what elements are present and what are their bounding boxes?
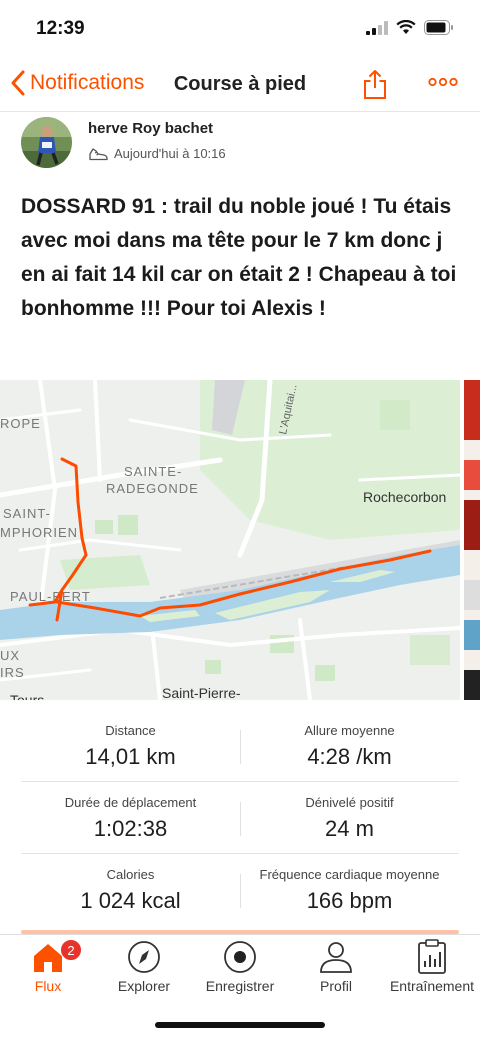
next-media-peek[interactable]: [464, 380, 480, 700]
stat-pace: Allure moyenne 4:28 /km: [240, 710, 459, 782]
stats-grid: Distance 14,01 km Allure moyenne 4:28 /k…: [21, 710, 459, 926]
activity-timestamp: Aujourd'hui à 10:16: [114, 146, 226, 161]
share-icon[interactable]: [361, 68, 389, 100]
map-canvas: ROPE SAINTE- RADEGONDE SAINT- MPHORIEN P…: [0, 380, 460, 700]
stats-row: Calories 1 024 kcal Fréquence cardiaque …: [21, 854, 459, 926]
tab-explore[interactable]: Explorer: [96, 935, 192, 1005]
activity-meta: Aujourd'hui à 10:16: [88, 146, 226, 161]
stat-value: 166 bpm: [306, 888, 393, 913]
running-shoe-icon: [89, 147, 108, 160]
training-icon: [418, 939, 446, 974]
map-label-irs: IRS: [0, 665, 25, 680]
tab-label: Profil: [320, 978, 352, 994]
map-label-saint-pierre: Saint-Pierre-: [162, 685, 241, 700]
map-label-tours: Tours: [10, 692, 44, 700]
tab-label: Explorer: [117, 978, 171, 994]
map-label-ux: UX: [0, 648, 20, 663]
stat-moving-time: Durée de déplacement 1:02:38: [21, 782, 240, 854]
stat-value: 1 024 kcal: [80, 888, 181, 913]
status-icons: [366, 20, 454, 35]
stats-row: Distance 14,01 km Allure moyenne 4:28 /k…: [21, 710, 459, 782]
activity-title[interactable]: DOSSARD 91 : trail du noble joué ! Tu ét…: [21, 190, 463, 326]
tab-record[interactable]: Enregistrer: [192, 935, 288, 1005]
stat-calories: Calories 1 024 kcal: [21, 854, 240, 926]
stat-label: Calories: [106, 867, 155, 882]
battery-icon: [424, 20, 453, 35]
map-label-sainte: SAINTE-: [124, 464, 182, 479]
stat-value: 14,01 km: [85, 744, 176, 769]
notification-badge: 2: [60, 939, 82, 961]
record-icon: [224, 941, 256, 973]
athlete-avatar[interactable]: [21, 117, 72, 168]
home-indicator[interactable]: [155, 1022, 325, 1028]
stat-distance: Distance 14,01 km: [21, 710, 240, 782]
stat-avg-heart-rate: Fréquence cardiaque moyenne 166 bpm: [240, 854, 459, 926]
route-map[interactable]: ROPE SAINTE- RADEGONDE SAINT- MPHORIEN P…: [0, 380, 460, 700]
map-label-rope: ROPE: [0, 416, 41, 431]
athlete-name[interactable]: herve Roy bachet: [88, 120, 213, 137]
stats-row: Durée de déplacement 1:02:38 Dénivelé po…: [21, 782, 459, 854]
tab-profile[interactable]: Profil: [288, 935, 384, 1005]
back-button[interactable]: Notifications: [10, 70, 144, 96]
chevron-left-icon: [11, 70, 25, 96]
navigation-bar: Notifications Course à pied: [0, 60, 480, 112]
tab-label: Enregistrer: [205, 978, 275, 994]
map-label-radegonde: RADEGONDE: [106, 481, 199, 496]
stat-value: 1:02:38: [93, 816, 168, 841]
avatar-image: [21, 117, 72, 168]
map-label-mphorien: MPHORIEN: [0, 525, 78, 540]
stat-label: Dénivelé positif: [305, 795, 394, 810]
more-options-icon[interactable]: [428, 76, 458, 88]
status-time: 12:39: [36, 18, 85, 39]
stat-value: 24 m: [325, 816, 374, 841]
tab-training[interactable]: Entraînement: [384, 935, 480, 1005]
stat-label: Fréquence cardiaque moyenne: [259, 867, 440, 882]
stat-label: Distance: [105, 723, 156, 738]
stat-value: 4:28 /km: [307, 744, 392, 769]
profile-icon: [320, 942, 352, 973]
photo-thumbnail: [464, 380, 480, 700]
wifi-icon: [396, 20, 416, 34]
home-icon: [34, 944, 62, 972]
stat-label: Allure moyenne: [304, 723, 395, 738]
signal-icon: [366, 20, 388, 35]
stat-elevation-gain: Dénivelé positif 24 m: [240, 782, 459, 854]
map-label-saint: SAINT-: [3, 506, 51, 521]
status-bar: 12:39: [0, 0, 480, 60]
tab-label: Entraînement: [389, 978, 475, 994]
back-label: Notifications: [30, 71, 145, 94]
tab-feed[interactable]: 2 Flux: [0, 935, 96, 1005]
map-label-rochecorbon: Rochecorbon: [363, 489, 446, 505]
stat-label: Durée de déplacement: [64, 795, 197, 810]
tab-label: Flux: [34, 978, 62, 994]
compass-icon: [128, 941, 160, 973]
